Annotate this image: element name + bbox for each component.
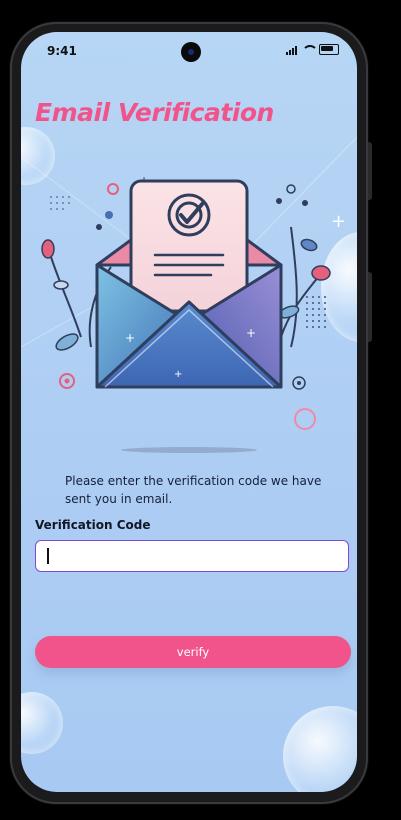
svg-text:+: + [174, 369, 182, 380]
svg-text:+: + [125, 331, 135, 345]
verification-code-label: Verification Code [35, 518, 151, 532]
svg-text:+: + [246, 326, 256, 340]
wifi-icon [302, 44, 318, 55]
battery-icon [319, 44, 339, 55]
verify-button[interactable]: verify [35, 636, 351, 668]
phone-frame: 9:41 Email Verification + + + + Please e… [10, 22, 372, 804]
email-verification-illustration: + + + + [21, 137, 357, 453]
decorative-bubble [283, 706, 357, 792]
page-title: Email Verification [35, 98, 274, 127]
power-button [368, 272, 372, 342]
signal-icon [286, 45, 297, 55]
status-icons [286, 44, 339, 55]
volume-button [368, 142, 372, 200]
text-caret [47, 548, 49, 564]
instruction-text: Please enter the verification code we ha… [65, 474, 322, 506]
front-camera [181, 42, 201, 62]
status-time: 9:41 [47, 44, 77, 58]
decorative-bubble [21, 692, 63, 754]
svg-text:+: + [331, 211, 346, 232]
verification-code-input[interactable] [35, 540, 349, 572]
status-bar: 9:41 [21, 32, 357, 72]
app-screen: 9:41 Email Verification + + + + Please e… [21, 32, 357, 792]
